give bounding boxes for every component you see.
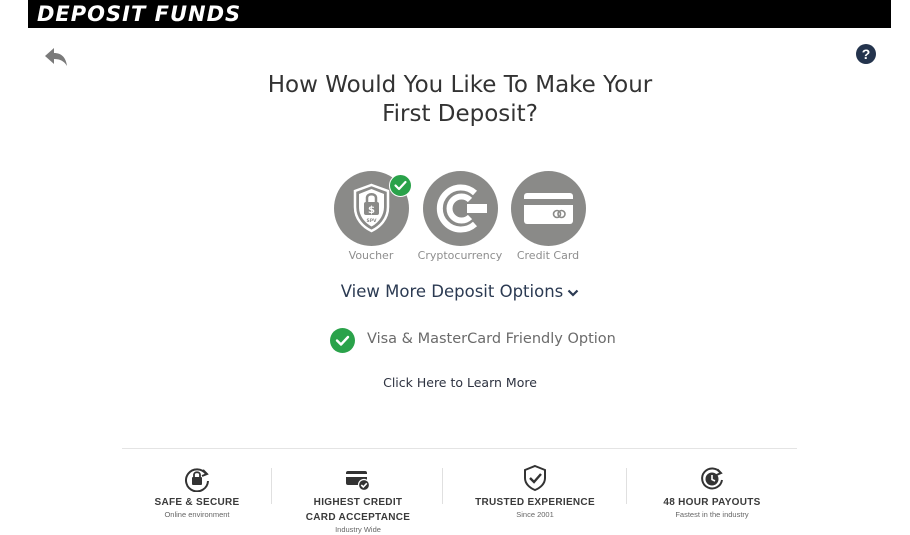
checkmark-icon <box>393 180 407 191</box>
credit-card-circle <box>510 171 586 246</box>
option-credit-card[interactable]: Credit Card <box>510 171 586 262</box>
feature-separator <box>626 468 627 504</box>
feature-subtitle: Industry Wide <box>335 525 381 534</box>
visa-mastercard-text: Visa & MasterCard Friendly Option <box>367 331 616 347</box>
view-more-options-label: View More Deposit Options <box>340 282 564 301</box>
help-button[interactable]: ? <box>856 44 876 64</box>
feature-subtitle: Online environment <box>164 510 230 519</box>
feature-title: TRUSTED EXPERIENCE <box>475 497 595 508</box>
option-credit-card-label: Credit Card <box>516 249 580 262</box>
feature-48-hour-payouts: 48 HOUR PAYOUTS Fastest in the industry <box>652 464 772 520</box>
page-title: DEPOSIT FUNDS <box>37 2 242 26</box>
svg-text:$: $ <box>368 205 375 216</box>
feature-safe-secure: SAFE & SECURE Online environment <box>147 464 247 520</box>
credit-card-icon <box>523 193 573 224</box>
card-check-icon <box>346 471 371 492</box>
feature-title-line-2: CARD ACCEPTANCE <box>305 512 411 523</box>
svg-text:SPV: SPV <box>366 218 377 224</box>
feature-title: SAFE & SECURE <box>154 497 240 508</box>
feature-title-line-1: HIGHEST CREDIT <box>313 497 403 508</box>
feature-title: 48 HOUR PAYOUTS <box>663 497 761 508</box>
back-arrow-icon <box>45 48 67 66</box>
question-line-2: First Deposit? <box>382 101 538 127</box>
visa-check-icon <box>330 328 355 353</box>
feature-separator <box>271 468 272 504</box>
clock-refresh-icon <box>701 467 723 490</box>
option-cryptocurrency[interactable]: Cryptocurrency <box>418 171 502 262</box>
feature-subtitle: Since 2001 <box>516 510 554 519</box>
feature-separator <box>442 468 443 504</box>
feature-subtitle: Fastest in the industry <box>675 510 749 519</box>
crypto-icon <box>436 184 487 233</box>
header-bar: DEPOSIT FUNDS <box>28 0 891 28</box>
view-more-options-link[interactable]: View More Deposit Options <box>300 282 620 301</box>
shield-check-icon <box>524 464 546 492</box>
learn-more-link[interactable]: Click Here to Learn More <box>330 375 590 390</box>
lock-refresh-icon <box>185 468 209 492</box>
question-line-1: How Would You Like To Make Your <box>267 72 653 98</box>
checkmark-icon <box>335 335 350 346</box>
chevron-down-icon <box>567 289 579 297</box>
footer-divider <box>122 448 797 449</box>
selected-check-badge <box>388 174 412 197</box>
feature-trusted-experience: TRUSTED EXPERIENCE Since 2001 <box>470 464 600 520</box>
crypto-circle <box>422 171 498 246</box>
feature-credit-card-acceptance: HIGHEST CREDIT CARD ACCEPTANCE Industry … <box>298 464 418 535</box>
voucher-circle: $ SPV <box>333 171 412 246</box>
deposit-question-heading: How Would You Like To Make Your First De… <box>255 71 665 129</box>
back-button[interactable] <box>44 46 70 68</box>
option-voucher[interactable]: $ SPV Voucher <box>333 171 412 262</box>
